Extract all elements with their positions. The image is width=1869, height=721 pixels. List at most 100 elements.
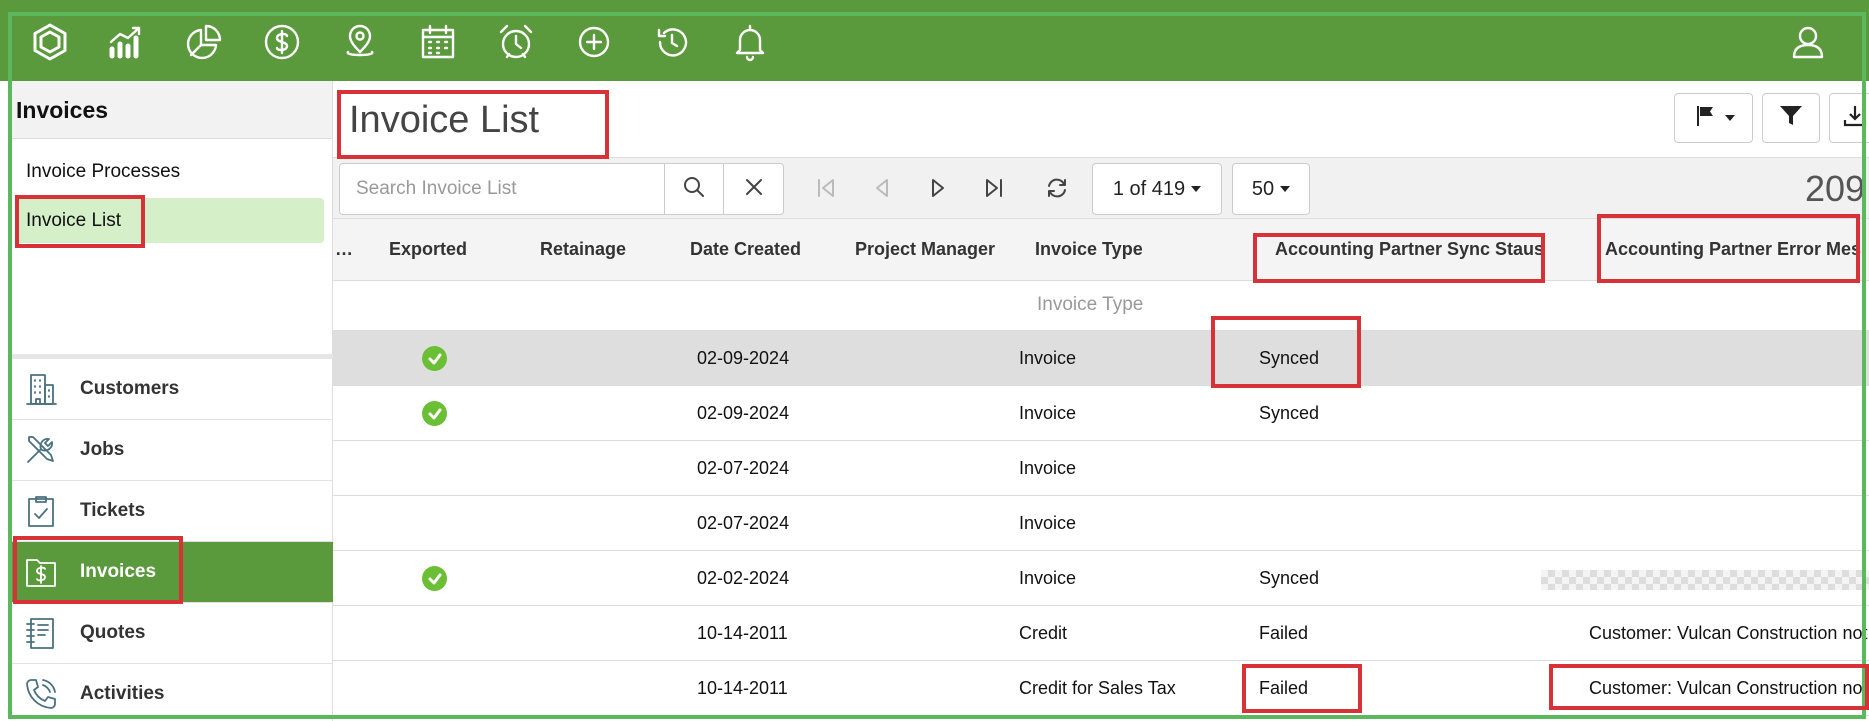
module-tickets[interactable]: Tickets bbox=[10, 481, 333, 542]
cell-invoice-type: Credit for Sales Tax bbox=[1019, 678, 1176, 698]
next-page-icon bbox=[926, 176, 950, 205]
map-pin-icon[interactable] bbox=[338, 20, 382, 64]
next-page-button[interactable] bbox=[924, 176, 952, 204]
column-header-exported[interactable]: Exported bbox=[389, 239, 467, 260]
cell-sync-status: Synced bbox=[1259, 348, 1320, 368]
cell-sync-status: Synced bbox=[1259, 403, 1320, 423]
module-label: Invoices bbox=[80, 561, 157, 582]
column-filter-row: Invoice Type bbox=[333, 281, 1869, 331]
cell-invoice-type: Credit bbox=[1019, 623, 1068, 643]
prev-page-icon bbox=[870, 176, 894, 205]
column-header-error-message[interactable]: Accounting Partner Error Mes bbox=[1605, 239, 1861, 260]
tools-icon bbox=[22, 431, 60, 469]
filter-icon bbox=[1778, 103, 1804, 134]
table-row[interactable]: 10-14-2011 Credit Failed Customer: Vulca… bbox=[333, 606, 1869, 661]
search-icon bbox=[682, 175, 706, 204]
table-row[interactable]: 02-07-2024 Invoice bbox=[333, 496, 1869, 551]
sidebar-header: Invoices bbox=[10, 81, 332, 139]
table-row[interactable]: 02-09-2024 Invoice Synced bbox=[333, 386, 1869, 441]
refresh-button[interactable] bbox=[1043, 176, 1071, 204]
search-input[interactable] bbox=[340, 164, 666, 214]
check-circle-icon bbox=[422, 401, 447, 426]
sub-item-invoice-processes[interactable]: Invoice Processes bbox=[16, 149, 324, 194]
clipboard-check-icon bbox=[22, 492, 60, 530]
module-jobs[interactable]: Jobs bbox=[10, 420, 333, 481]
table-row[interactable]: 02-02-2024 Invoice Synced bbox=[333, 551, 1869, 606]
analytics-icon[interactable] bbox=[104, 20, 148, 64]
add-circle-icon[interactable] bbox=[572, 20, 616, 64]
close-icon bbox=[742, 175, 766, 204]
table-row[interactable]: 02-07-2024 Invoice bbox=[333, 441, 1869, 496]
invoice-type-filter[interactable]: Invoice Type bbox=[1037, 294, 1143, 316]
module-customers[interactable]: Customers bbox=[10, 359, 333, 420]
cell-invoice-type: Invoice bbox=[1019, 568, 1077, 588]
check-circle-icon bbox=[422, 566, 447, 591]
module-invoices[interactable]: Invoices bbox=[10, 542, 333, 603]
cell-invoice-type: Invoice bbox=[1019, 458, 1077, 478]
column-header-sync-status[interactable]: Accounting Partner Sync Staus bbox=[1275, 239, 1544, 260]
bell-icon[interactable] bbox=[728, 20, 772, 64]
flag-icon bbox=[1693, 103, 1719, 134]
module-label: Tickets bbox=[80, 500, 146, 521]
column-header-date-created[interactable]: Date Created bbox=[690, 239, 801, 260]
table-row[interactable]: 02-09-2024 Invoice Synced bbox=[333, 331, 1869, 386]
cell-sync-status: Failed bbox=[1259, 623, 1309, 643]
cell-date-created: 02-02-2024 bbox=[697, 568, 790, 588]
search-button[interactable] bbox=[665, 164, 725, 214]
cell-invoice-type: Invoice bbox=[1019, 403, 1077, 423]
sidebar: Invoices Invoice Processes Invoice List … bbox=[10, 81, 333, 721]
main-content: Invoice List 1 of 419 50 209 … Exported … bbox=[333, 81, 1869, 721]
total-count: 209 bbox=[1805, 168, 1866, 209]
logo-hexagon-icon[interactable] bbox=[28, 20, 72, 64]
sidebar-sub-menu: Invoice Processes Invoice List bbox=[10, 139, 332, 253]
alarm-clock-icon[interactable] bbox=[494, 20, 538, 64]
download-button[interactable] bbox=[1829, 93, 1869, 143]
module-activities[interactable]: Activities bbox=[10, 664, 333, 721]
module-quotes[interactable]: Quotes bbox=[10, 603, 333, 664]
module-label: Jobs bbox=[80, 439, 125, 460]
page-size: 50 bbox=[1251, 177, 1275, 200]
cell-date-created: 02-07-2024 bbox=[697, 458, 790, 478]
first-page-button[interactable] bbox=[812, 176, 840, 204]
table-header: … Exported Retainage Date Created Projec… bbox=[333, 219, 1869, 281]
prev-page-button[interactable] bbox=[868, 176, 896, 204]
top-nav-bar bbox=[0, 0, 1869, 81]
search-group bbox=[339, 163, 784, 215]
download-icon bbox=[1842, 103, 1868, 134]
building-icon bbox=[22, 370, 60, 408]
clear-search-button[interactable] bbox=[724, 164, 783, 214]
pie-chart-icon[interactable] bbox=[182, 20, 226, 64]
module-label: Quotes bbox=[80, 622, 146, 643]
cell-error-message: Customer: Vulcan Construction not bbox=[1589, 678, 1868, 698]
column-header-truncated[interactable]: … bbox=[335, 239, 353, 260]
cell-invoice-type: Invoice bbox=[1019, 348, 1077, 368]
cell-error-message: Customer: Vulcan Construction not bbox=[1589, 623, 1868, 643]
check-circle-icon bbox=[422, 346, 447, 371]
dollar-icon[interactable] bbox=[260, 20, 304, 64]
table-row[interactable]: 10-14-2011 Credit for Sales Tax Failed C… bbox=[333, 661, 1869, 716]
page-size-selector[interactable]: 50 bbox=[1232, 163, 1310, 215]
flag-dropdown-button[interactable] bbox=[1674, 93, 1753, 143]
page-indicator: 1 of 419 bbox=[1112, 177, 1186, 200]
sub-item-invoice-list[interactable]: Invoice List bbox=[16, 198, 324, 243]
last-page-icon bbox=[982, 176, 1006, 205]
user-icon[interactable] bbox=[1786, 20, 1830, 64]
last-page-button[interactable] bbox=[980, 176, 1008, 204]
history-icon[interactable] bbox=[650, 20, 694, 64]
cell-invoice-type: Invoice bbox=[1019, 513, 1077, 533]
filter-button[interactable] bbox=[1762, 93, 1820, 143]
list-toolbar: 1 of 419 50 209 bbox=[333, 157, 1869, 219]
module-label: Customers bbox=[80, 378, 180, 399]
column-header-retainage[interactable]: Retainage bbox=[540, 239, 626, 260]
redacted-error-message bbox=[1541, 570, 1869, 590]
cell-date-created: 10-14-2011 bbox=[697, 678, 788, 698]
page-selector[interactable]: 1 of 419 bbox=[1092, 163, 1222, 215]
chevron-down-icon bbox=[1280, 186, 1291, 192]
page-title: Invoice List bbox=[349, 99, 540, 141]
cell-date-created: 10-14-2011 bbox=[697, 623, 788, 643]
folder-dollar-icon bbox=[22, 553, 60, 591]
column-header-invoice-type[interactable]: Invoice Type bbox=[1035, 239, 1143, 260]
module-list: Customers Jobs Tickets Invoices Quotes A… bbox=[10, 359, 333, 721]
column-header-project-manager[interactable]: Project Manager bbox=[855, 239, 995, 260]
calendar-icon[interactable] bbox=[416, 20, 460, 64]
